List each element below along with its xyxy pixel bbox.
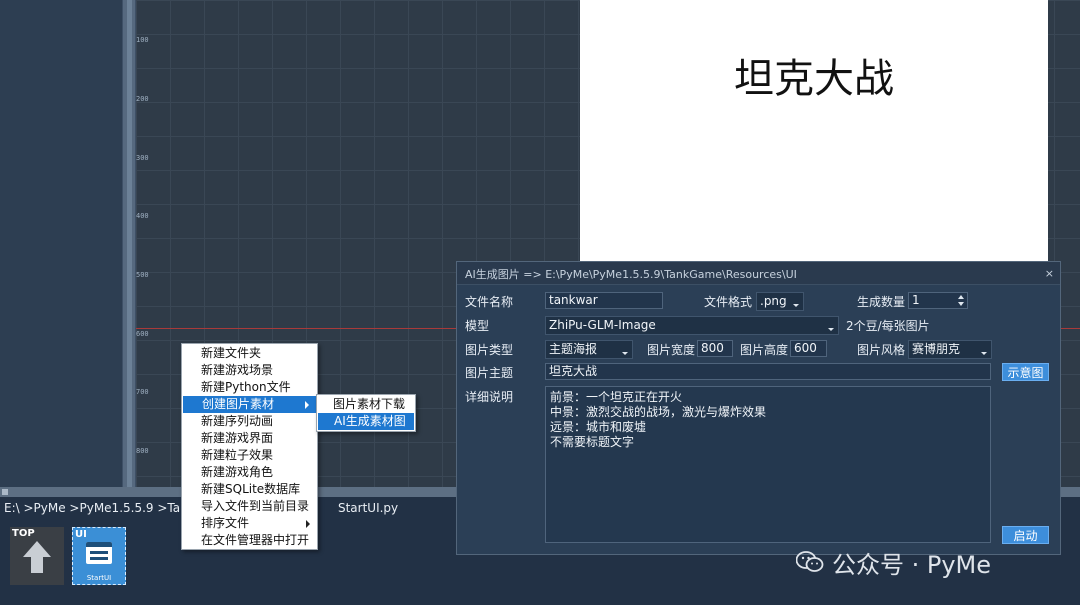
image-type-select[interactable]: 主题海报 (545, 340, 633, 359)
image-type-label: 图片类型 (465, 343, 514, 357)
chevron-down-icon (793, 304, 799, 307)
chevron-down-icon (828, 328, 834, 331)
tile-label: UI (75, 529, 87, 540)
submenu: 图片素材下载 AI生成素材图 (316, 394, 416, 432)
ruler-label: 200 (136, 95, 149, 103)
menu-item-open-explorer[interactable]: 在文件管理器中打开 (182, 532, 317, 549)
splitter-thumb[interactable] (127, 0, 132, 487)
ruler-label: 400 (136, 212, 149, 220)
canvas-title-text[interactable]: 坦克大战 (580, 46, 1048, 104)
model-label: 模型 (465, 319, 490, 333)
menu-item-label: 新建游戏界面 (201, 431, 274, 445)
file-name-label: 文件名称 (465, 295, 514, 309)
context-menu: 新建文件夹 新建游戏场景 新建Python文件 创建图片素材 新建序列动画 新建… (181, 343, 318, 550)
menu-item-label: 新建序列动画 (201, 414, 274, 428)
width-label: 图片宽度 (647, 343, 696, 357)
image-type-value: 主题海报 (549, 342, 598, 356)
watermark-text: 公众号 · PyMe (832, 551, 992, 579)
ruler-label: 700 (136, 388, 149, 396)
style-label: 图片风格 (857, 343, 906, 357)
menu-item-new-sqlite[interactable]: 新建SQLite数据库 (182, 481, 317, 498)
sample-image-button[interactable]: 示意图 (1002, 363, 1049, 381)
menu-item-label: 新建文件夹 (201, 346, 262, 360)
model-value: ZhiPu-GLM-Image (549, 318, 656, 332)
menu-item-new-python[interactable]: 新建Python文件 (182, 379, 317, 396)
menu-item-new-ui[interactable]: 新建游戏界面 (182, 430, 317, 447)
menu-item-label: 新建游戏角色 (201, 465, 274, 479)
height-label: 图片高度 (740, 343, 789, 357)
vertical-splitter[interactable] (122, 0, 136, 487)
menu-item-new-folder[interactable]: 新建文件夹 (182, 345, 317, 362)
menu-item-label: 新建粒子效果 (201, 448, 274, 462)
menu-item-label: 创建图片素材 (202, 397, 275, 411)
count-spinbox[interactable]: 1 (908, 292, 968, 309)
menu-item-label: 排序文件 (201, 516, 250, 530)
file-format-label: 文件格式 (704, 295, 753, 309)
up-arrow-icon (23, 541, 51, 557)
menu-item-new-particle[interactable]: 新建粒子效果 (182, 447, 317, 464)
detail-textarea[interactable]: 前景：一个坦克正在开火 中景：激烈交战的战场，激光与爆炸效果 远景：城市和废墟 … (545, 386, 991, 543)
menu-item-sort-files[interactable]: 排序文件 (182, 515, 317, 532)
file-format-select[interactable]: .png (756, 292, 804, 311)
menu-item-label: 新建游戏场景 (201, 363, 274, 377)
file-name-input[interactable]: tankwar (545, 292, 663, 309)
width-input[interactable]: 800 (697, 340, 733, 357)
ruler-label: 100 (136, 36, 149, 44)
spin-down-icon[interactable] (958, 302, 964, 306)
menu-item-label: 新建SQLite数据库 (201, 482, 301, 496)
submenu-item-label: AI生成素材图 (334, 414, 406, 428)
dialog-title: AI生成图片 => E:\PyMe\PyMe1.5.5.9\TankGame\R… (465, 268, 797, 281)
model-select[interactable]: ZhiPu-GLM-Image (545, 316, 839, 335)
ruler-label: 300 (136, 154, 149, 162)
menu-item-new-sequence[interactable]: 新建序列动画 (182, 413, 317, 430)
theme-label: 图片主题 (465, 366, 514, 380)
ruler-label: 800 (136, 447, 149, 455)
spin-buttons[interactable] (957, 294, 966, 307)
spin-up-icon[interactable] (958, 295, 964, 299)
start-button[interactable]: 启动 (1002, 526, 1049, 544)
menu-item-import-file[interactable]: 导入文件到当前目录 (182, 498, 317, 515)
submenu-arrow-icon (306, 520, 310, 528)
ai-image-dialog: AI生成图片 => E:\PyMe\PyMe1.5.5.9\TankGame\R… (456, 261, 1061, 555)
splitter-grip[interactable] (2, 489, 8, 495)
submenu-arrow-icon (305, 401, 309, 409)
left-panel (0, 0, 122, 487)
ui-file-tile[interactable]: UI StartUI (72, 527, 126, 585)
menu-item-label: 导入文件到当前目录 (201, 499, 310, 513)
wechat-icon (796, 551, 824, 572)
chevron-down-icon (981, 352, 987, 355)
menu-item-label: 在文件管理器中打开 (201, 533, 310, 547)
folder-up-tile[interactable]: TOP (10, 527, 64, 585)
submenu-item-download[interactable]: 图片素材下载 (317, 396, 415, 413)
ruler-label: 600 (136, 330, 149, 338)
theme-input[interactable]: 坦克大战 (545, 363, 991, 380)
dialog-titlebar[interactable]: AI生成图片 => E:\PyMe\PyMe1.5.5.9\TankGame\R… (457, 262, 1060, 285)
submenu-item-label: 图片素材下载 (333, 397, 406, 411)
ui-canvas[interactable]: 坦克大战 (580, 0, 1048, 262)
tile-label: TOP (12, 528, 35, 539)
detail-label: 详细说明 (465, 390, 514, 404)
close-icon[interactable]: × (1045, 267, 1054, 280)
breadcrumb-path[interactable]: E:\ >PyMe >PyMe1.5.5.9 >TankG (4, 501, 204, 515)
chevron-down-icon (622, 352, 628, 355)
window-icon (86, 542, 112, 564)
model-cost-text: 2个豆/每张图片 (846, 319, 930, 333)
menu-item-new-scene[interactable]: 新建游戏场景 (182, 362, 317, 379)
tile-name: StartUI (86, 574, 112, 582)
count-label: 生成数量 (857, 295, 906, 309)
menu-item-label: 新建Python文件 (201, 380, 291, 394)
up-arrow-stem (31, 556, 43, 573)
ruler-label: 500 (136, 271, 149, 279)
count-value: 1 (912, 293, 920, 307)
file-format-value: .png (760, 294, 787, 308)
style-select[interactable]: 赛博朋克 (908, 340, 992, 359)
style-value: 赛博朋克 (912, 342, 961, 356)
height-input[interactable]: 600 (790, 340, 827, 357)
submenu-item-ai-generate[interactable]: AI生成素材图 (318, 413, 414, 430)
menu-item-create-image[interactable]: 创建图片素材 (183, 396, 316, 413)
breadcrumb-file[interactable]: StartUI.py (338, 501, 398, 515)
menu-item-new-character[interactable]: 新建游戏角色 (182, 464, 317, 481)
